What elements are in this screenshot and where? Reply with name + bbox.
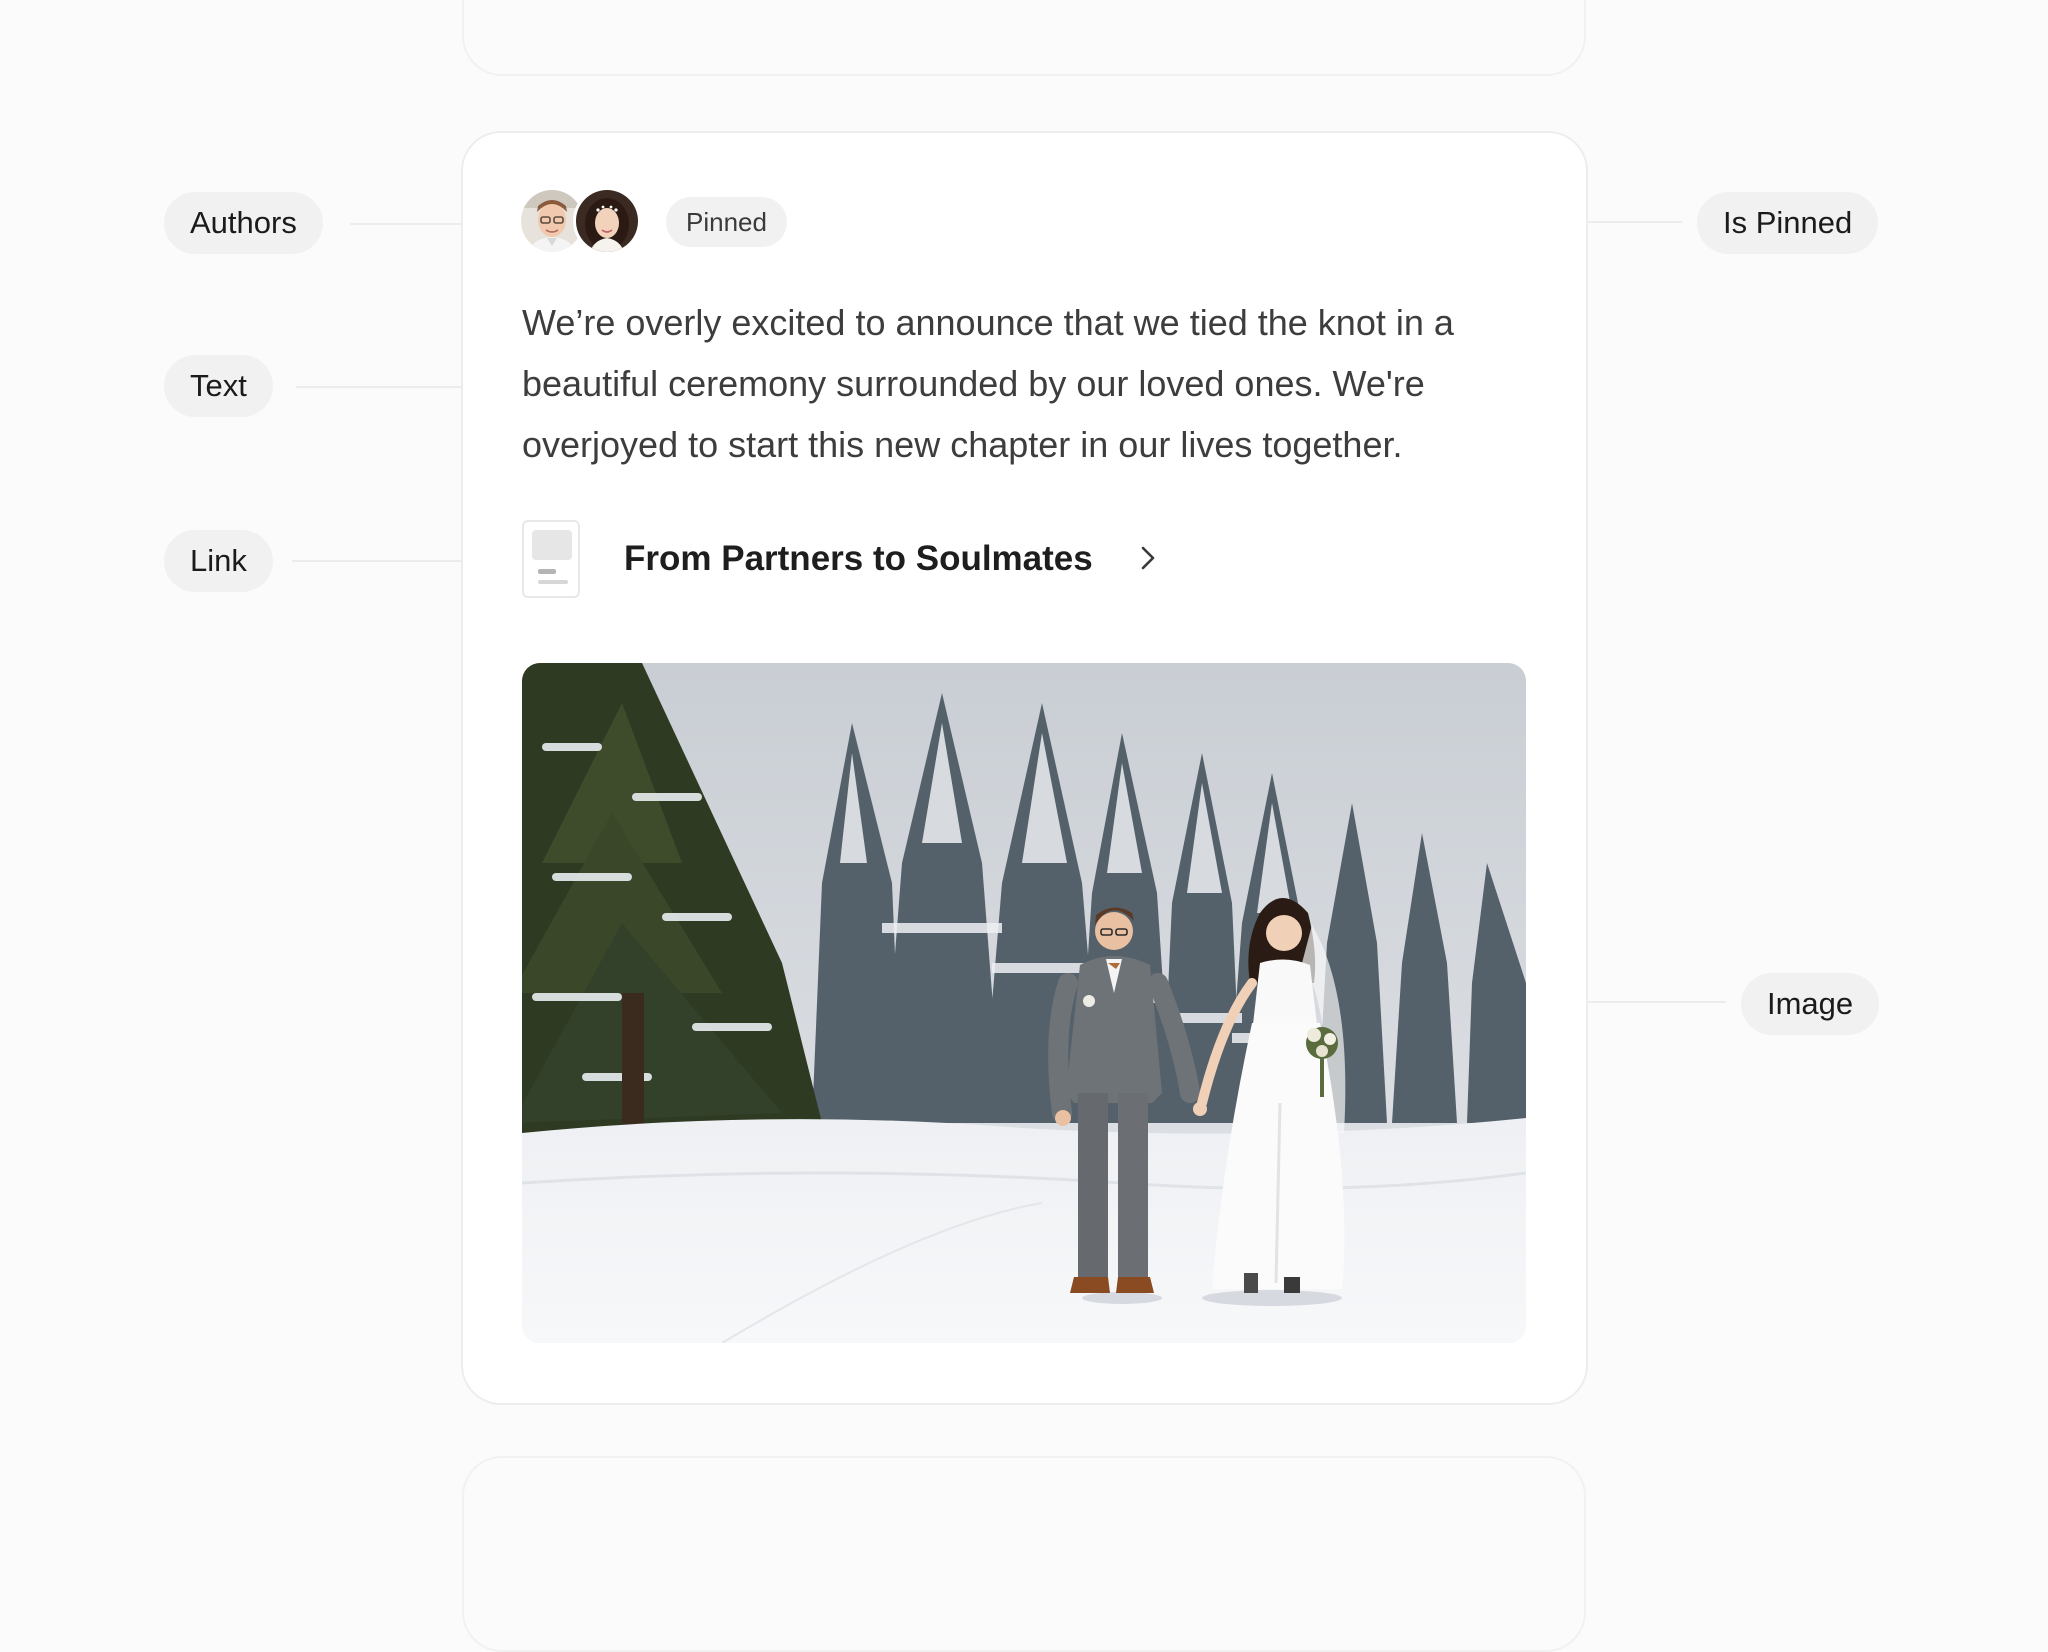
pinned-badge: Pinned [666, 197, 787, 247]
annotation-is-pinned: Is Pinned [1697, 192, 1879, 254]
bride-avatar-icon[interactable] [573, 187, 641, 255]
annotation-link: Link [164, 530, 273, 592]
author-avatars[interactable] [521, 187, 641, 255]
previous-post-card [462, 0, 1586, 76]
next-post-card [462, 1456, 1586, 1652]
post-image[interactable] [522, 663, 1526, 1343]
chevron-right-icon [1141, 546, 1155, 570]
link-thumbnail-icon [522, 520, 580, 598]
annotation-image: Image [1741, 973, 1880, 1035]
annotation-authors: Authors [164, 192, 323, 254]
wedding-photo-icon [522, 663, 1526, 1343]
post-text: We’re overly excited to announce that we… [522, 302, 1454, 465]
annotation-text: Text [164, 355, 273, 417]
link-title[interactable]: From Partners to Soulmates [624, 536, 1093, 582]
post-link[interactable]: From Partners to Soulmates [522, 520, 1172, 601]
